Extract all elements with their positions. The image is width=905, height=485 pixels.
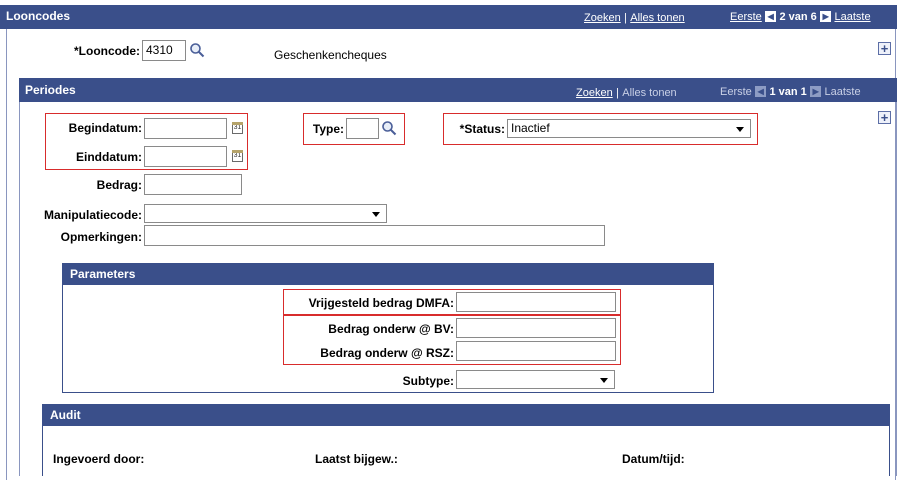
vrijgesteld-input[interactable] <box>456 292 616 312</box>
ingevoerd-label: Ingevoerd door: <box>53 452 145 466</box>
bedrag-label: Bedrag: <box>96 178 142 192</box>
periodes-alles-tonen-link[interactable]: Alles tonen <box>622 87 676 99</box>
vrijgesteld-label: Vrijgesteld bedrag DMFA: <box>308 296 454 310</box>
bedrag-rsz-label: Bedrag onderw @ RSZ: <box>320 346 454 360</box>
periodes-count: 1 van 1 <box>769 86 807 98</box>
periodes-eerste-link[interactable]: Eerste <box>720 86 752 98</box>
manipulatiecode-label: Manipulatiecode: <box>43 208 142 222</box>
first-arrow-icon[interactable]: ◀ <box>765 11 777 23</box>
bedrag-input[interactable] <box>144 174 242 195</box>
chevron-down-icon <box>736 127 744 132</box>
add-row-icon[interactable]: + <box>878 42 891 55</box>
laatst-bijgew-label: Laatst bijgew.: <box>315 452 398 466</box>
last-arrow-icon[interactable]: ▶ <box>820 11 832 23</box>
audit-panel <box>42 426 890 476</box>
periodes-nav: Zoeken | Alles tonen <box>576 85 677 99</box>
periodes-title: Periodes <box>25 83 76 97</box>
looncodes-header: Looncodes Zoeken | Alles tonen Eerste ◀ … <box>0 5 897 29</box>
chevron-down-icon <box>372 212 380 217</box>
looncodes-nav-sep: | <box>624 12 627 24</box>
begindatum-label: Begindatum: <box>68 121 142 135</box>
looncodes-zoeken-link[interactable]: Zoeken <box>584 12 621 24</box>
looncode-description: Geschenkencheques <box>274 48 387 62</box>
parameters-title: Parameters <box>70 267 136 281</box>
periodes-laatste-link[interactable]: Laatste <box>824 86 860 98</box>
looncodes-laatste-link[interactable]: Laatste <box>834 11 870 23</box>
bedrag-bv-label: Bedrag onderw @ BV: <box>328 322 454 336</box>
looncodes-title: Looncodes <box>6 9 71 23</box>
parameters-header: Parameters <box>62 263 714 285</box>
looncodes-eerste-link[interactable]: Eerste <box>730 11 762 23</box>
looncode-label: *Looncode: <box>74 44 140 58</box>
status-label: *Status: <box>459 122 505 136</box>
outer-left-border <box>6 24 7 480</box>
type-input[interactable] <box>346 118 379 139</box>
looncodes-alles-tonen-link[interactable]: Alles tonen <box>630 12 684 24</box>
periodes-header: Periodes Zoeken | Alles tonen Eerste ◀ 1… <box>19 78 897 102</box>
add-row-icon[interactable]: + <box>878 111 891 124</box>
search-icon[interactable] <box>189 42 205 58</box>
search-icon[interactable] <box>381 120 397 136</box>
status-select-value: Inactief <box>511 121 550 135</box>
audit-title: Audit <box>50 408 81 422</box>
last-arrow-icon[interactable]: ▶ <box>810 86 822 98</box>
subtype-select[interactable] <box>456 370 615 389</box>
audit-header: Audit <box>42 404 890 426</box>
calendar-icon[interactable]: 31 <box>232 150 243 162</box>
first-arrow-icon[interactable]: ◀ <box>755 86 767 98</box>
bedrag-rsz-input[interactable] <box>456 341 616 361</box>
datum-tijd-label: Datum/tijd: <box>622 452 685 466</box>
type-label: Type: <box>312 122 344 136</box>
looncode-input[interactable]: 4310 <box>142 40 186 61</box>
periodes-pager: Eerste ◀ 1 van 1 ▶ Laatste <box>720 84 861 98</box>
looncodes-pager: Eerste ◀ 2 van 6 ▶ Laatste <box>730 9 871 23</box>
periodes-zoeken-link[interactable]: Zoeken <box>576 87 613 99</box>
einddatum-label: Einddatum: <box>76 150 142 164</box>
opmerkingen-input[interactable] <box>144 225 605 246</box>
opmerkingen-label: Opmerkingen: <box>60 230 142 244</box>
looncodes-nav: Zoeken | Alles tonen <box>584 10 685 24</box>
manipulatiecode-select[interactable] <box>144 204 387 223</box>
status-select[interactable]: Inactief <box>507 119 751 138</box>
begindatum-input[interactable] <box>144 118 227 139</box>
einddatum-input[interactable] <box>144 146 227 167</box>
chevron-down-icon <box>600 378 608 383</box>
bedrag-bv-input[interactable] <box>456 318 616 338</box>
looncodes-count: 2 van 6 <box>779 11 817 23</box>
subtype-label: Subtype: <box>402 374 454 388</box>
calendar-icon[interactable]: 31 <box>232 122 243 134</box>
periodes-nav-sep: | <box>616 87 619 99</box>
